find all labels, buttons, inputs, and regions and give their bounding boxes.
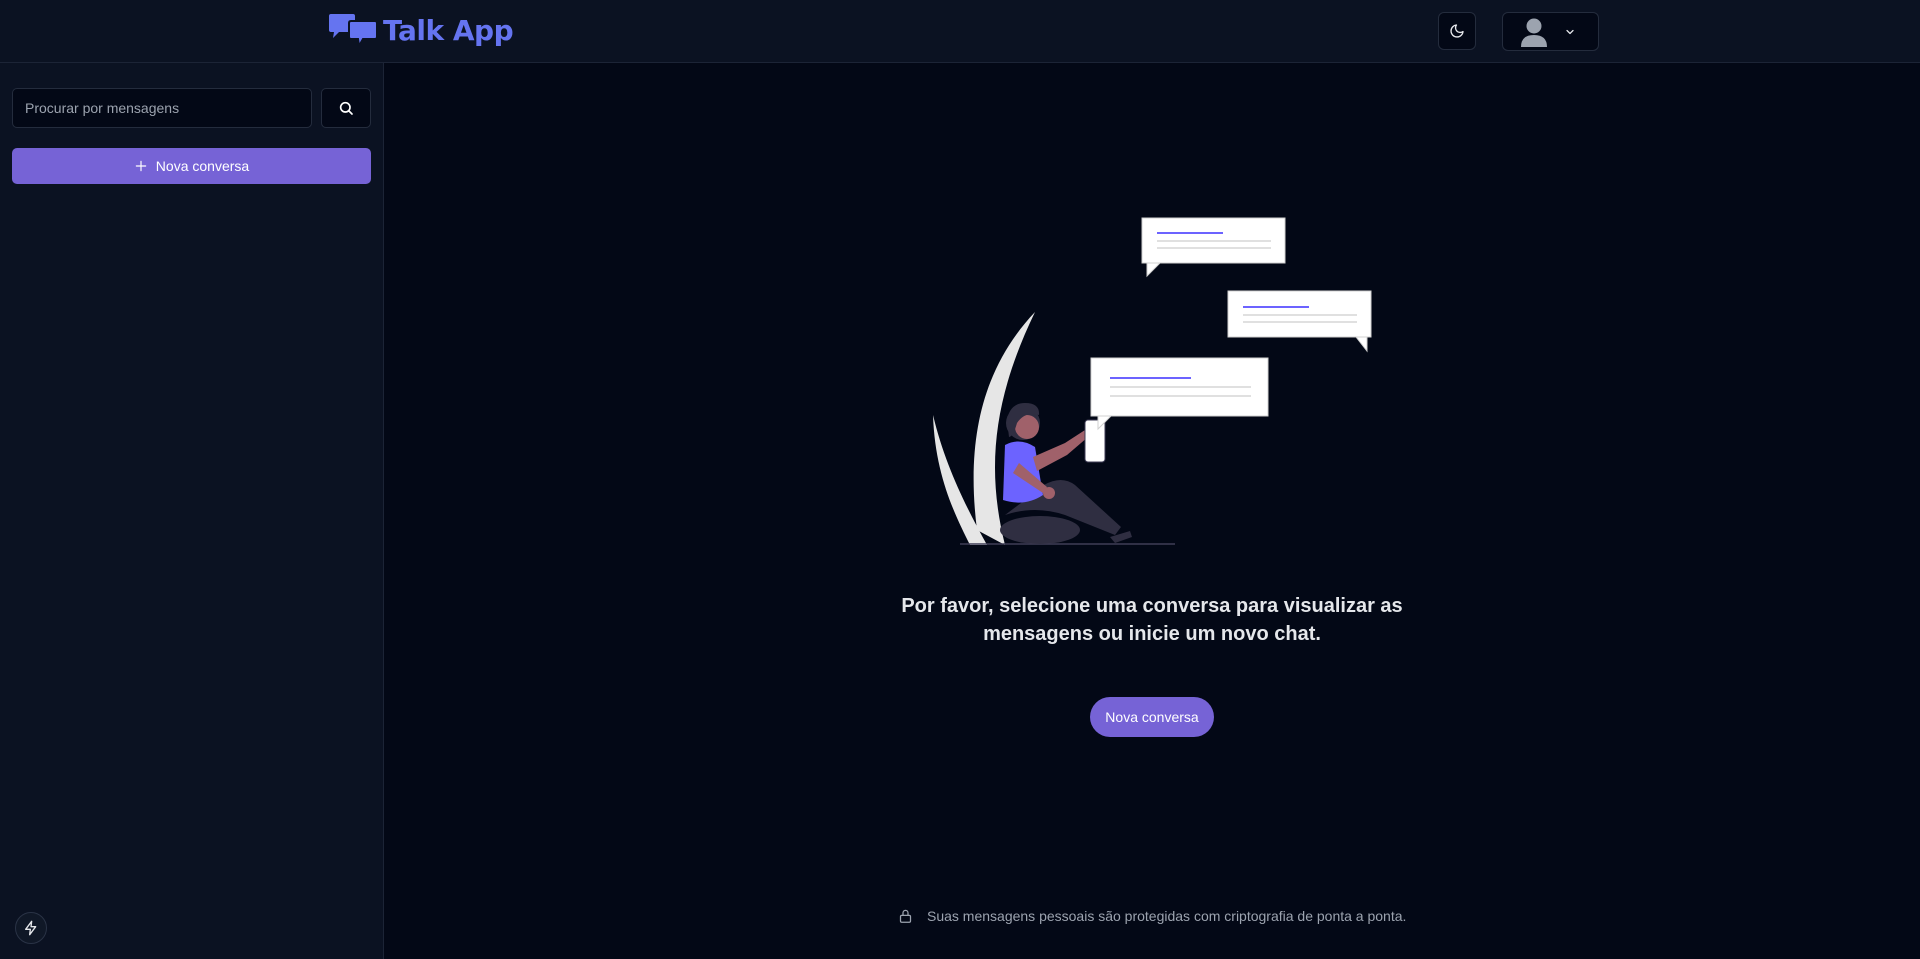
search-icon — [339, 101, 353, 115]
new-chat-main-button[interactable]: Nova conversa — [1090, 697, 1214, 737]
empty-state-message: Por favor, selecione uma conversa para v… — [901, 595, 1403, 645]
theme-toggle-button[interactable] — [1438, 12, 1476, 50]
conversation-sidebar: Nova conversa — [0, 63, 384, 959]
new-chat-main-label: Nova conversa — [1105, 709, 1199, 725]
encryption-notice-text: Suas mensagens pessoais são protegidas c… — [927, 908, 1407, 924]
search-input[interactable] — [12, 88, 312, 128]
chat-bubble-1 — [1090, 357, 1269, 431]
chat-bubble-3 — [1227, 290, 1372, 353]
user-menu-button[interactable] — [1502, 12, 1599, 51]
plus-icon — [135, 160, 147, 172]
search-button[interactable] — [321, 88, 371, 128]
phone — [1084, 419, 1106, 463]
lock-icon — [899, 909, 912, 923]
chevron-down-icon — [1566, 29, 1574, 34]
empty-state-illustration — [933, 217, 1372, 545]
chat-bubbles-icon — [329, 14, 378, 47]
app-title: Talk App — [383, 13, 514, 47]
person-figure — [1000, 403, 1132, 544]
moon-icon — [1450, 24, 1464, 38]
top-header: Talk App — [0, 0, 1920, 63]
encryption-notice: Suas mensagens pessoais são protegidas c… — [898, 906, 1406, 926]
new-chat-button[interactable]: Nova conversa — [12, 148, 371, 184]
bolt-button[interactable] — [15, 912, 47, 944]
app-logo[interactable]: Talk App — [327, 12, 514, 48]
bolt-icon — [25, 920, 37, 936]
chat-bubble-2 — [1141, 217, 1286, 278]
new-chat-label: Nova conversa — [155, 158, 250, 174]
user-avatar-icon — [1521, 18, 1547, 47]
